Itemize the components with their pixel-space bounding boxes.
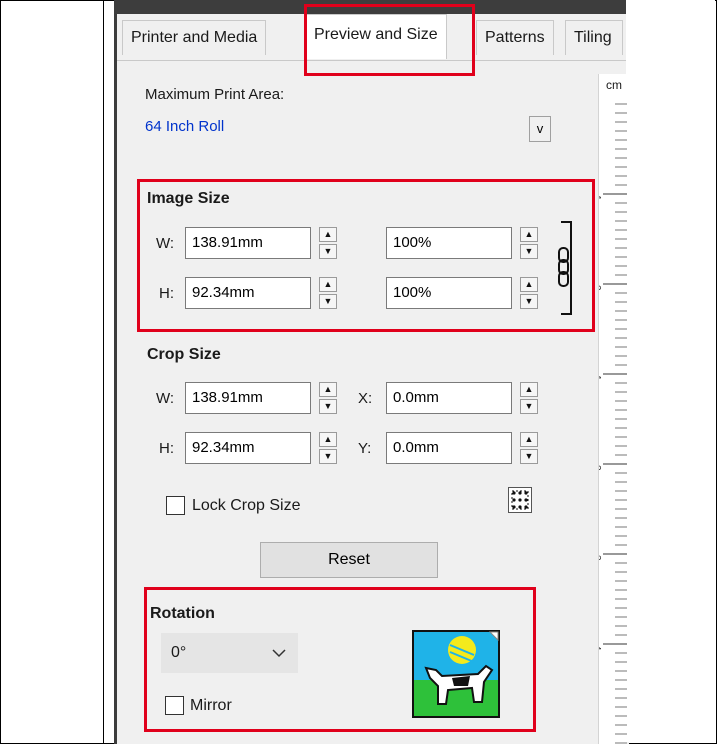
ruler-label: 1 [599,375,602,381]
spin-down-icon[interactable]: ▼ [319,294,337,309]
crop-x-field[interactable]: 0.0mm [386,382,512,414]
spin-down-icon[interactable]: ▼ [520,399,538,414]
ruler-unit-label: cm [606,78,622,92]
spin-up-icon[interactable]: ▲ [319,382,337,397]
image-width-percent-field[interactable]: 100% [386,227,512,259]
spin-up-icon[interactable]: ▲ [520,432,538,447]
mirror-label: Mirror [190,697,232,714]
image-height-label: H: [159,285,174,302]
image-height-field[interactable]: 92.34mm [185,277,311,309]
image-size-heading: Image Size [147,190,230,207]
aspect-lock-chain-icon[interactable] [555,220,579,316]
ruler-label: 3 [599,555,602,561]
spin-down-icon[interactable]: ▼ [520,244,538,259]
tab-tiling[interactable]: Tiling [565,20,623,55]
chevron-down-icon [272,649,286,658]
spin-up-icon[interactable]: ▲ [520,227,538,242]
spin-up-icon[interactable]: ▲ [319,432,337,447]
max-print-area-value: 64 Inch Roll [145,118,225,135]
crop-x-stepper[interactable]: ▲ ▼ [520,382,538,414]
tab-patterns[interactable]: Patterns [476,20,554,55]
image-width-label: W: [156,235,175,252]
spin-down-icon[interactable]: ▼ [520,449,538,464]
crop-y-field[interactable]: 0.0mm [386,432,512,464]
reset-button[interactable]: Reset [260,542,438,578]
crop-width-label: W: [156,390,175,407]
outside-area [626,0,715,742]
crop-size-heading: Crop Size [147,346,221,363]
tab-printer-and-media[interactable]: Printer and Media [122,20,267,55]
image-preview-thumbnail [412,630,500,718]
ruler-ticks: 1 0 1 2 3 4 [599,103,627,744]
max-print-area-field[interactable]: 64 Inch Roll [145,111,523,141]
vertical-ruler: 1 0 1 2 3 4 [598,74,627,744]
title-strip [114,0,626,14]
tab-preview-and-size[interactable]: Preview and Size [305,14,447,59]
image-width-percent-stepper[interactable]: ▲ ▼ [520,227,538,259]
crop-anchor-grid-icon[interactable] [508,487,532,513]
tab-baseline [117,60,626,61]
crop-y-label: Y: [358,440,372,457]
spin-down-icon[interactable]: ▼ [520,294,538,309]
rotation-heading: Rotation [150,605,215,622]
spin-up-icon[interactable]: ▲ [520,382,538,397]
window-divider [103,0,104,744]
ruler-label: 2 [599,465,602,471]
image-height-percent-stepper[interactable]: ▲ ▼ [520,277,538,309]
crop-height-field[interactable]: 92.34mm [185,432,311,464]
spin-up-icon[interactable]: ▲ [319,277,337,292]
crop-width-field[interactable]: 138.91mm [185,382,311,414]
max-print-area-label: Maximum Print Area: [145,86,285,103]
rotation-value: 0° [171,644,187,661]
ruler-label: 4 [599,645,602,651]
crop-y-stepper[interactable]: ▲ ▼ [520,432,538,464]
spin-down-icon[interactable]: ▼ [319,399,337,414]
spin-up-icon[interactable]: ▲ [319,227,337,242]
image-width-field[interactable]: 138.91mm [185,227,311,259]
max-print-area-dropdown-button[interactable]: v [529,116,551,142]
image-height-stepper[interactable]: ▲ ▼ [319,277,337,309]
lock-crop-size-label: Lock Crop Size [192,497,301,514]
crop-height-stepper[interactable]: ▲ ▼ [319,432,337,464]
image-width-stepper[interactable]: ▲ ▼ [319,227,337,259]
image-height-percent-field[interactable]: 100% [386,277,512,309]
crop-x-label: X: [358,390,373,407]
spin-down-icon[interactable]: ▼ [319,449,337,464]
spin-up-icon[interactable]: ▲ [520,277,538,292]
rotation-select[interactable]: 0° [161,633,298,673]
ruler-label: 1 [599,195,602,201]
crop-height-label: H: [159,440,174,457]
mirror-checkbox[interactable] [165,696,184,715]
spin-down-icon[interactable]: ▼ [319,244,337,259]
crop-width-stepper[interactable]: ▲ ▼ [319,382,337,414]
ruler-label: 0 [599,285,602,291]
lock-crop-size-checkbox[interactable] [166,496,185,515]
